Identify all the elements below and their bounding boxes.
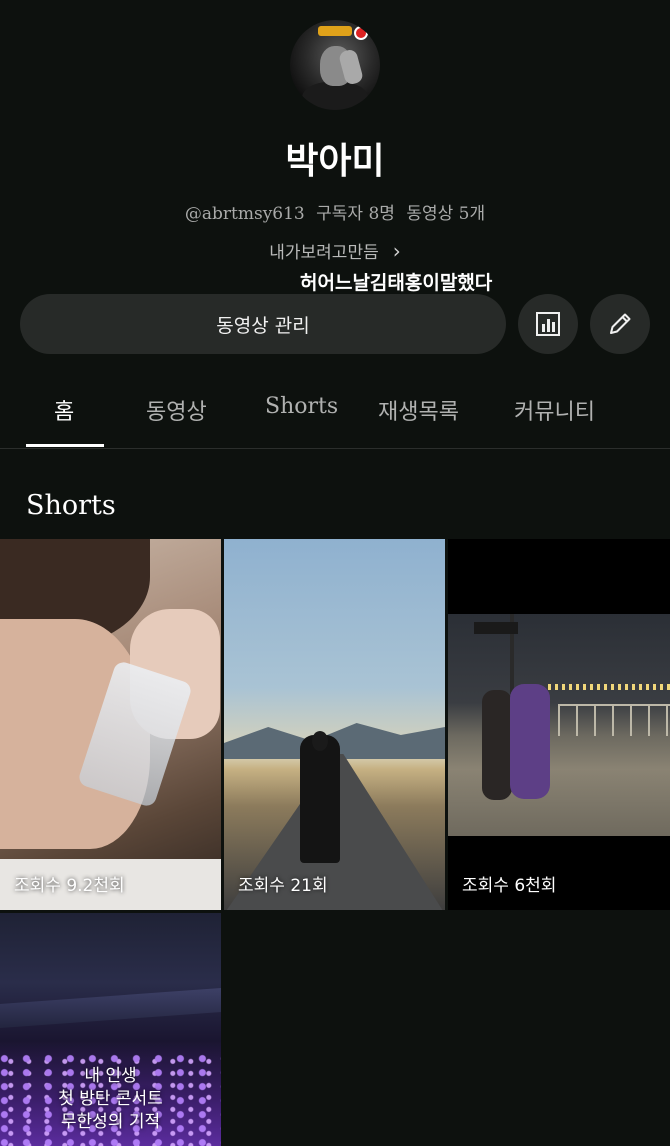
tab-videos[interactable]: 동영상 [146,394,207,426]
channel-meta: @abrtmsy613 구독자 8명 동영상 5개 [0,199,670,224]
active-tab-indicator [26,444,104,447]
short-thumbnail-2[interactable]: 조회수 21회 [224,539,445,910]
video-count: 동영상 5개 [406,204,486,224]
short-thumbnail-4[interactable]: 내 인생 첫 방탄 콘서트 무한성의 기적 [0,913,221,1146]
thumb2-person [300,735,340,863]
channel-avatar[interactable] [290,20,380,110]
short-view-count: 조회수 6천회 [462,876,557,896]
subscriber-count: 구독자 8명 [316,204,395,224]
analytics-button[interactable] [518,294,578,354]
channel-name: 박아미 [285,141,385,182]
avatar-badge-decoration [354,26,368,40]
thumb3-scene [448,614,670,836]
short-thumbnail-3[interactable]: 조회수 6천회 [448,539,670,910]
thumb4-caption-line: 첫 방탄 콘서트 [58,1089,163,1109]
tab-playlists[interactable]: 재생목록 [378,394,459,426]
tab-shorts[interactable]: Shorts [265,394,338,419]
shorts-section-title: Shorts [26,490,116,521]
thumb3-sign [474,622,518,634]
pencil-icon [610,313,631,334]
avatar-crown-decoration [318,26,352,36]
channel-description-text: 내가보려고만듬 [269,243,379,263]
thumb4-stadium-roof [0,988,221,1028]
thumb3-fence [558,704,670,736]
channel-handle: @abrtmsy613 [184,204,305,224]
thumb4-caption: 내 인생 첫 방탄 콘서트 무한성의 기적 [0,1065,221,1134]
avatar-body-shape [302,82,368,110]
thumb4-caption-line: 무한성의 기적 [60,1112,161,1132]
tab-community[interactable]: 커뮤니티 [514,394,595,426]
short-view-count: 조회수 21회 [238,876,328,896]
channel-description[interactable]: 내가보려고만듬 › [0,238,670,263]
bar-chart-icon [536,312,560,336]
thumb3-person-1 [482,690,512,800]
short-thumbnail-1[interactable]: 조회수 9.2천회 [0,539,221,910]
thumb4-caption-line: 내 인생 [84,1066,137,1086]
manage-videos-button[interactable]: 동영상 관리 [20,294,506,354]
thumb3-person-2 [510,684,550,799]
short-view-count: 조회수 9.2천회 [14,876,125,896]
edit-channel-button[interactable] [590,294,650,354]
thumb3-city-lights [548,684,670,690]
chevron-right-icon: › [392,239,401,263]
tab-home[interactable]: 홈 [54,394,74,426]
thumb2-person-head [312,731,328,751]
channel-tabs: 홈 동영상 Shorts 재생목록 커뮤니티 [0,380,670,449]
overlay-caption: 허어느날김태홍이말했다 [300,272,493,294]
